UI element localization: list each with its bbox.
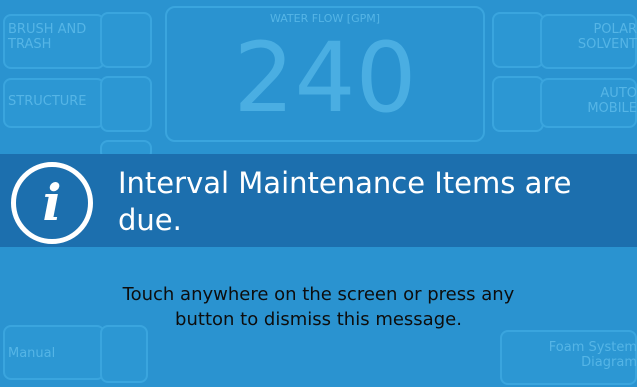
- structure-label: STRUCTURE: [8, 94, 87, 109]
- automobile-label: AUTO MOBILE: [587, 86, 637, 116]
- alert-message: Interval Maintenance Items are due.: [118, 166, 572, 237]
- foam-system-diagram-label: Foam System Diagram: [548, 340, 637, 370]
- dismiss-instructions: Touch anywhere on the screen or press an…: [122, 284, 515, 330]
- info-icon: i: [11, 162, 93, 244]
- polar-solvent-icon: [492, 12, 544, 68]
- nozzle-icon: [100, 325, 148, 383]
- manual-label: Manual: [8, 346, 56, 361]
- polar-solvent-label: POLAR SOLVENT: [577, 22, 637, 52]
- house-fire-icon: [100, 12, 152, 68]
- automobile-fire-icon: [492, 76, 544, 132]
- alert-screen[interactable]: BRUSH AND TRASH STRUCTURE WATER FLOW [GP…: [0, 0, 637, 387]
- structure-fire-icon: [100, 76, 152, 132]
- gauge-value: 240: [233, 22, 417, 134]
- brush-and-trash-label: BRUSH AND TRASH: [8, 22, 87, 52]
- water-flow-gauge: WATER FLOW [GPM] 240: [165, 6, 485, 142]
